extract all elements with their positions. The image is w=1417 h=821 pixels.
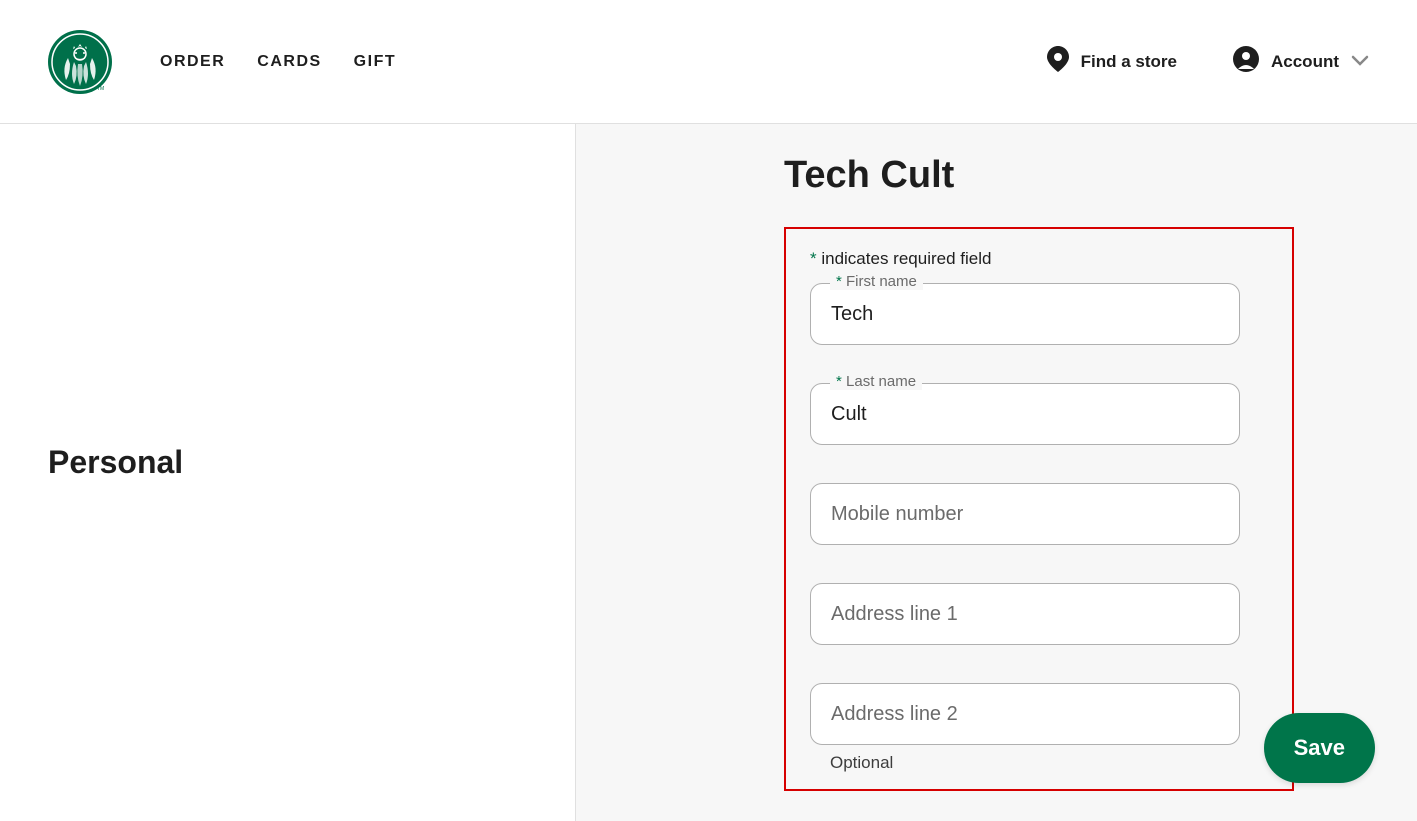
last-name-field-wrap: * Last name Cult xyxy=(810,383,1268,445)
required-hint: * indicates required field xyxy=(810,249,1268,269)
address2-hint: Optional xyxy=(830,753,1268,773)
asterisk-icon: * xyxy=(836,273,842,290)
form-highlight-box: * indicates required field * First name … xyxy=(784,227,1294,791)
first-name-label-text: First name xyxy=(846,273,917,290)
header: TM ORDER CARDS GIFT Find a store xyxy=(0,0,1417,124)
starbucks-logo[interactable]: TM xyxy=(48,30,112,94)
address1-input[interactable]: Address line 1 xyxy=(810,583,1240,645)
form-section: Tech Cult * indicates required field * F… xyxy=(784,154,1294,791)
nav-left: ORDER CARDS GIFT xyxy=(160,53,396,71)
content: Personal Tech Cult * indicates required … xyxy=(0,124,1417,821)
last-name-label-text: Last name xyxy=(846,373,916,390)
last-name-input[interactable]: Cult xyxy=(810,383,1240,445)
find-store-label: Find a store xyxy=(1081,52,1177,72)
nav-gift[interactable]: GIFT xyxy=(354,53,396,71)
chevron-down-icon xyxy=(1351,52,1369,72)
first-name-field-wrap: * First name Tech xyxy=(810,283,1268,345)
required-hint-text: indicates required field xyxy=(817,249,992,268)
svg-text:TM: TM xyxy=(97,86,104,92)
asterisk-icon: * xyxy=(810,249,817,268)
account-menu[interactable]: Account xyxy=(1233,46,1369,77)
account-label: Account xyxy=(1271,52,1339,72)
nav-right: Find a store Account xyxy=(1047,46,1369,77)
last-name-label: * Last name xyxy=(830,373,922,390)
address1-field-wrap: Address line 1 xyxy=(810,583,1268,645)
address2-field-wrap: Address line 2 Optional xyxy=(810,683,1268,773)
section-title: Personal xyxy=(48,444,575,481)
address2-input[interactable]: Address line 2 xyxy=(810,683,1240,745)
mobile-input[interactable]: Mobile number xyxy=(810,483,1240,545)
asterisk-icon: * xyxy=(836,373,842,390)
save-button[interactable]: Save xyxy=(1264,713,1375,783)
first-name-input[interactable]: Tech xyxy=(810,283,1240,345)
mobile-field-wrap: Mobile number xyxy=(810,483,1268,545)
nav-order[interactable]: ORDER xyxy=(160,53,225,71)
first-name-label: * First name xyxy=(830,273,923,290)
left-panel: Personal xyxy=(0,124,576,821)
location-pin-icon xyxy=(1047,46,1069,77)
find-store-link[interactable]: Find a store xyxy=(1047,46,1177,77)
account-icon xyxy=(1233,46,1259,77)
right-panel: Tech Cult * indicates required field * F… xyxy=(576,124,1417,821)
nav-cards[interactable]: CARDS xyxy=(257,53,321,71)
page-title: Tech Cult xyxy=(784,154,1294,197)
